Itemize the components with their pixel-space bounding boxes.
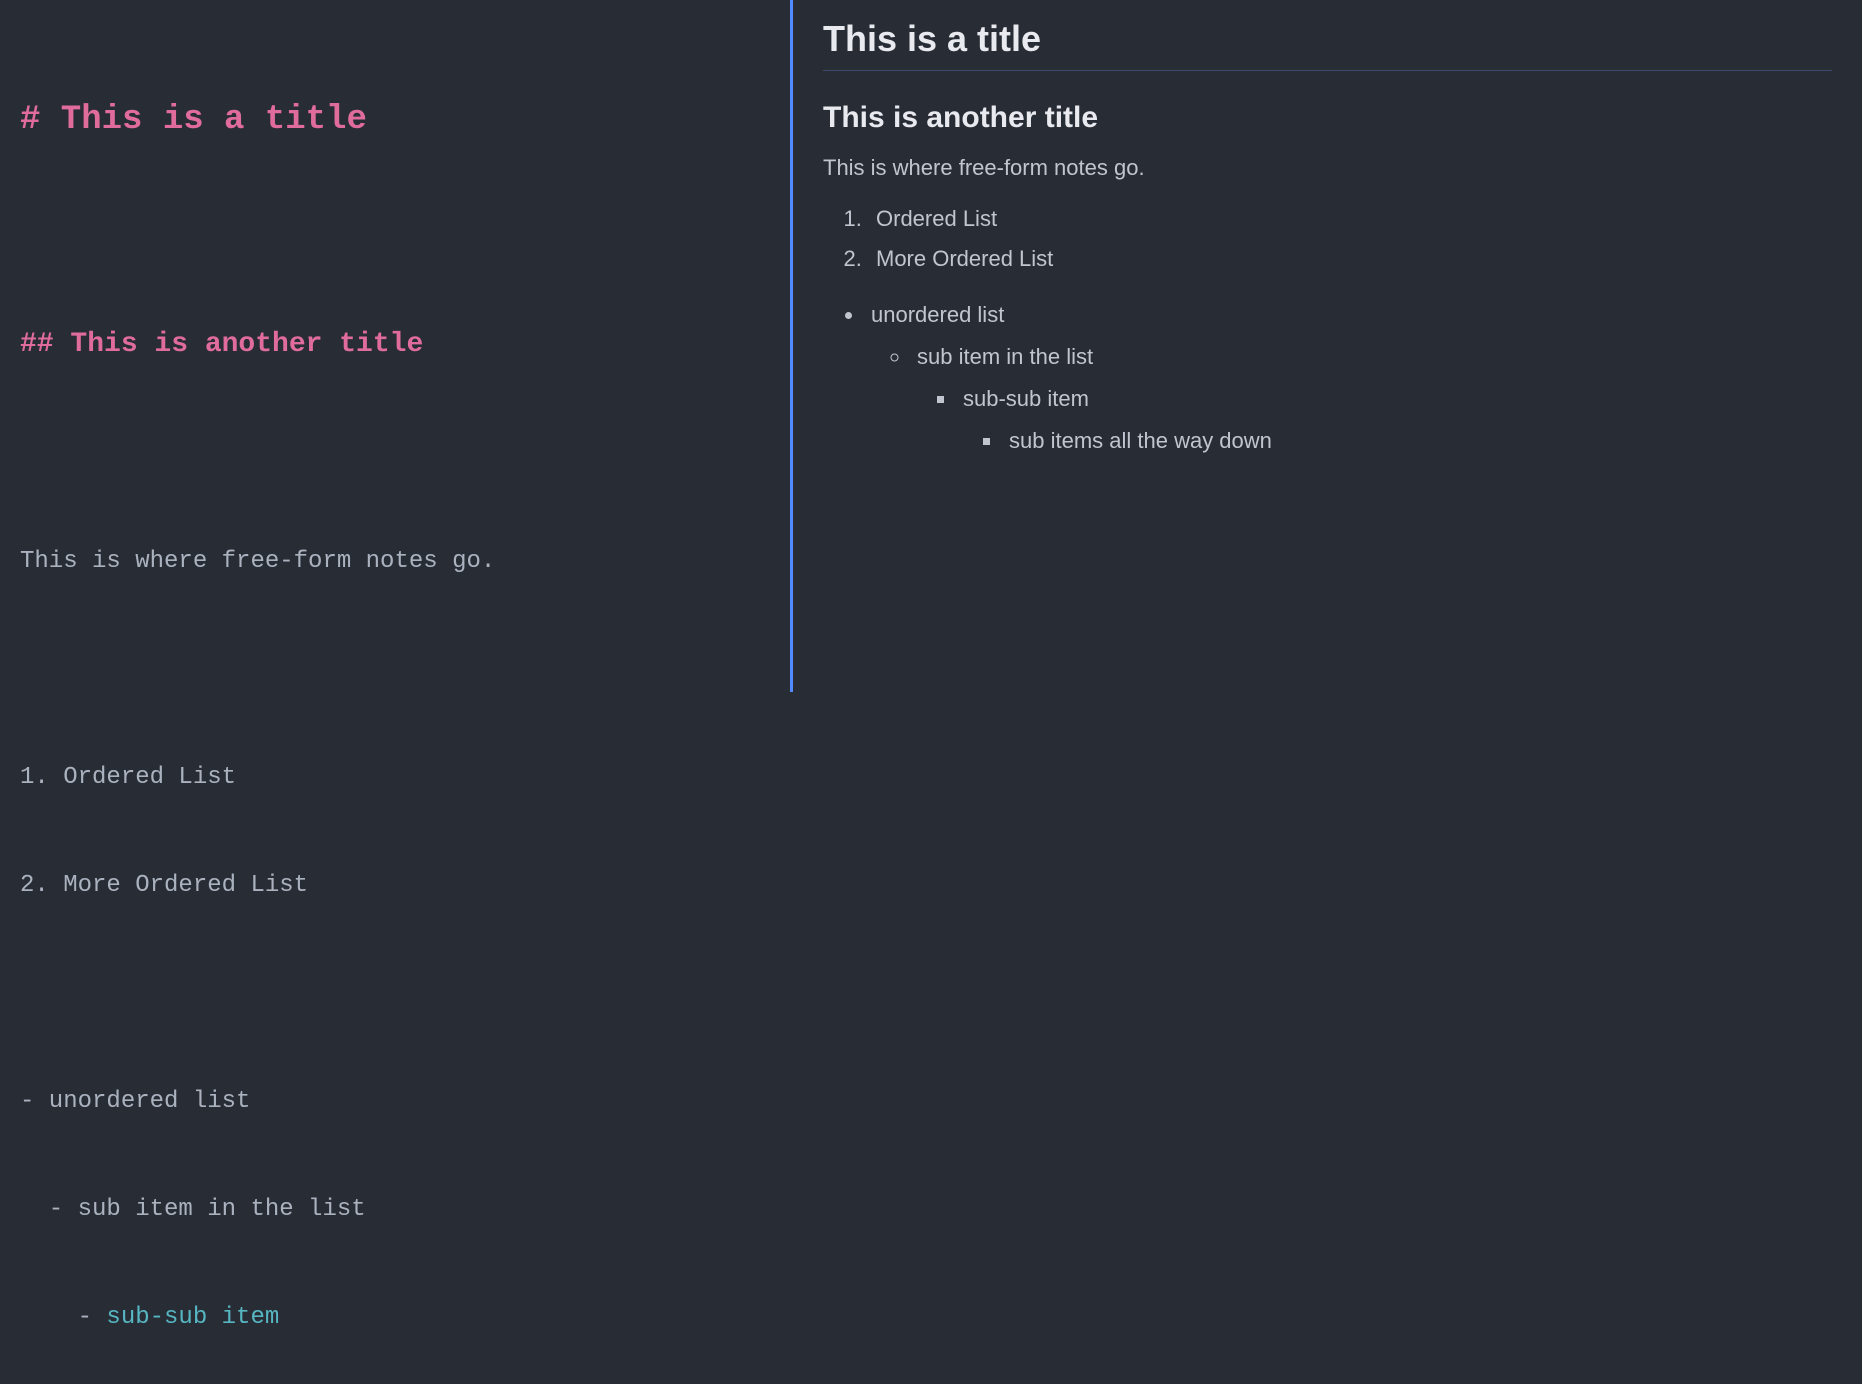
editor-ul-line-0[interactable]: - unordered list: [20, 1084, 770, 1120]
preview-ordered-list: Ordered List More Ordered List: [823, 206, 1832, 272]
editor-blank-line[interactable]: [20, 652, 770, 688]
preview-h1: This is a title: [823, 18, 1832, 71]
editor-blank-line[interactable]: [20, 976, 770, 1012]
preview-unordered-list: unordered list sub item in the list sub-…: [823, 302, 1832, 454]
editor-blank-line[interactable]: [20, 217, 770, 253]
preview-h2: This is another title: [823, 101, 1832, 135]
preview-ul-item-1: sub item in the list sub-sub item sub it…: [911, 344, 1832, 454]
preview-ul-item-0: unordered list sub item in the list sub-…: [865, 302, 1832, 454]
preview-ul-item-0-text: unordered list: [871, 302, 1004, 327]
preview-ul-level1: sub item in the list sub-sub item sub it…: [871, 344, 1832, 454]
editor-ul-line-1[interactable]: - sub item in the list: [20, 1192, 770, 1228]
preview-ul-item-2: sub-sub item sub items all the way down: [957, 386, 1832, 454]
markdown-editor-pane[interactable]: # This is a title ## This is another tit…: [0, 0, 790, 692]
preview-ul-level2: sub-sub item sub items all the way down: [917, 386, 1832, 454]
editor-h1-line[interactable]: # This is a title: [20, 97, 770, 145]
editor-h2-line[interactable]: ## This is another title: [20, 325, 770, 364]
markdown-preview-pane: This is a title This is another title Th…: [790, 0, 1862, 692]
editor-ordered-line-2[interactable]: 2. More Ordered List: [20, 868, 770, 904]
preview-ul-item-3-text: sub items all the way down: [1009, 428, 1272, 453]
preview-ul-item-3: sub items all the way down: [1003, 428, 1832, 454]
editor-paragraph-line[interactable]: This is where free-form notes go.: [20, 544, 770, 580]
preview-ordered-item-2: More Ordered List: [868, 246, 1832, 272]
preview-ul-item-1-text: sub item in the list: [917, 344, 1093, 369]
editor-ul-prefix: -: [20, 1304, 106, 1331]
preview-ul-level3: sub items all the way down: [963, 428, 1832, 454]
preview-paragraph: This is where free-form notes go.: [823, 155, 1832, 181]
editor-blank-line[interactable]: [20, 436, 770, 472]
editor-ordered-line-1[interactable]: 1. Ordered List: [20, 760, 770, 796]
preview-ul-item-2-text: sub-sub item: [963, 386, 1089, 411]
editor-ul-subsub-text: sub-sub item: [106, 1304, 279, 1331]
editor-ul-line-2[interactable]: - sub-sub item: [20, 1300, 770, 1336]
preview-ordered-item-1: Ordered List: [868, 206, 1832, 232]
